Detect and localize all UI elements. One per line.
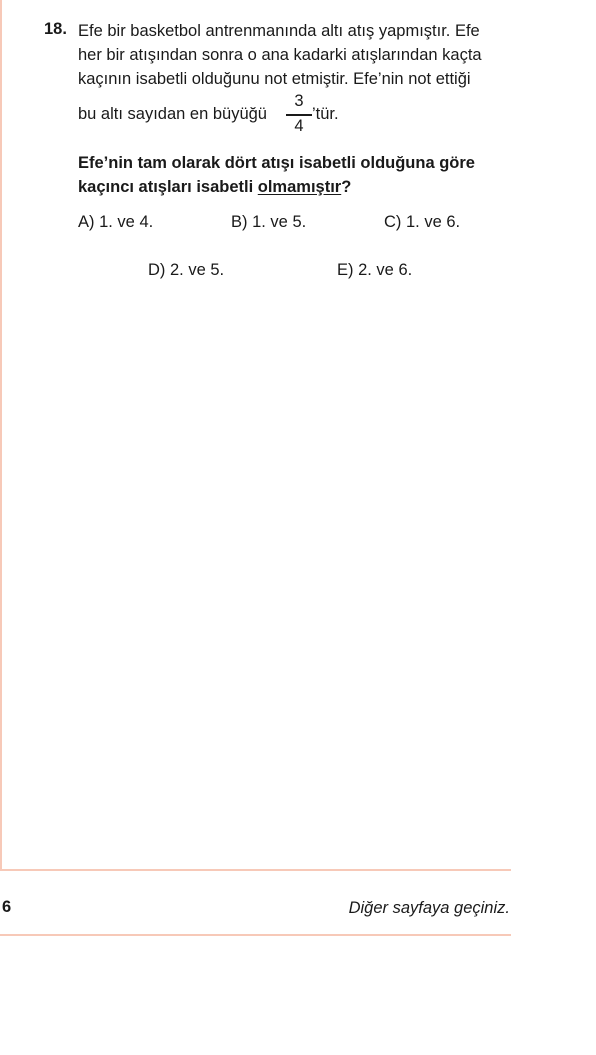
option-a[interactable]: A) 1. ve 4. [78, 213, 153, 232]
option-b[interactable]: B) 1. ve 5. [231, 213, 306, 232]
question-prompt-line: Efe’nin tam olarak dört atışı isabetli o… [78, 154, 475, 172]
content-bottom-rule [0, 869, 511, 871]
prompt-underlined-word: olmamıştır [257, 178, 342, 196]
prompt-prefix: kaçıncı atışları isabetli [78, 178, 258, 196]
left-margin-rule [0, 0, 2, 870]
fraction-denominator: 4 [294, 117, 304, 135]
footer-rule [0, 934, 511, 936]
fraction-suffix: ’tür. [312, 105, 339, 123]
fraction-bar [286, 114, 312, 116]
question-stem-line: bu altı sayıdan en büyüğü [78, 105, 267, 123]
fraction-numerator: 3 [294, 92, 304, 110]
question-prompt-line: kaçıncı atışları isabetli olmamıştır? [78, 175, 351, 199]
question-stem-line: her bir atışından sonra o ana kadarki at… [78, 46, 482, 64]
next-page-note: Diğer sayfaya geçiniz. [348, 899, 510, 917]
option-d[interactable]: D) 2. ve 5. [148, 261, 224, 280]
prompt-suffix: ? [341, 178, 352, 196]
option-c[interactable]: C) 1. ve 6. [384, 213, 460, 232]
option-e[interactable]: E) 2. ve 6. [337, 261, 412, 280]
question-number: 18. [44, 20, 67, 38]
page-number: 6 [2, 898, 12, 916]
question-stem-line: Efe bir basketbol antrenmanında altı atı… [78, 22, 480, 40]
question-stem-line: kaçının isabetli olduğunu not etmiştir. … [78, 70, 471, 88]
fraction-three-quarters: 3 4 [286, 92, 312, 138]
